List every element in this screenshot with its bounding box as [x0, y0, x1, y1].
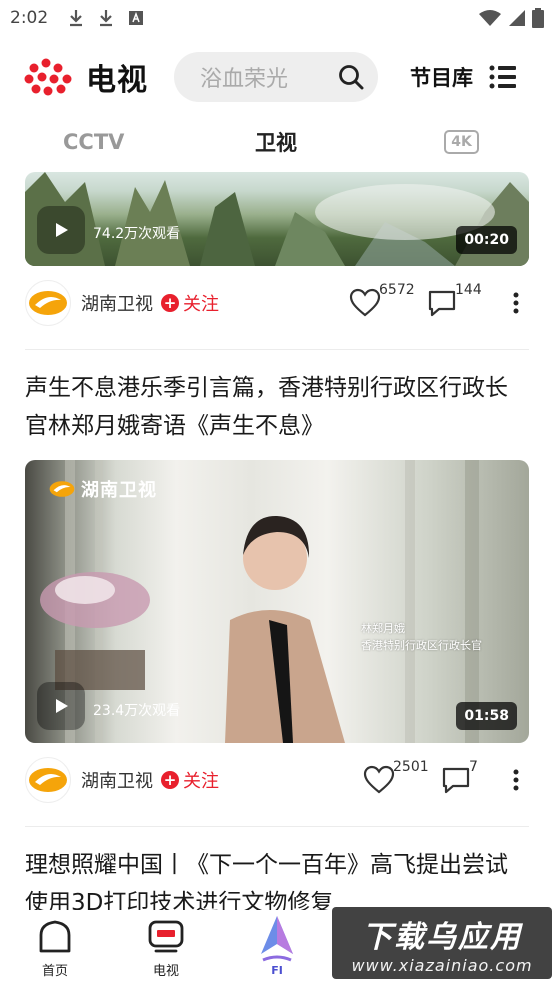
play-button[interactable]: [37, 682, 85, 730]
feed-divider: [25, 349, 529, 350]
tab-cctv[interactable]: CCTV: [63, 130, 124, 154]
plus-icon: +: [161, 294, 179, 312]
notification-icons: [68, 9, 144, 27]
top-header: 电视 浴血荣光 节目库: [0, 48, 554, 106]
view-count: 23.4万次观看: [93, 703, 181, 719]
system-status: [478, 8, 544, 28]
search-icon[interactable]: [338, 64, 364, 90]
hunan-tv-mark: [49, 481, 75, 497]
tab-4k[interactable]: 4K: [444, 130, 479, 154]
plus-icon: +: [161, 771, 179, 789]
video-meta-row: 湖南卫视 + 关注 2501 7: [25, 757, 529, 803]
follow-button[interactable]: + 关注: [161, 290, 219, 316]
video-thumbnail[interactable]: 湖南卫视 林郑月娥 香港特别行政区行政长官 23.4万次观看 01:58: [25, 460, 529, 743]
like-count: 6572: [379, 282, 415, 298]
comment-count: 7: [469, 759, 478, 775]
app-title: 电视: [86, 63, 148, 98]
video-duration: 00:20: [456, 226, 517, 254]
watermark-url: www.xiazainiao.com: [351, 955, 533, 975]
video-title[interactable]: 理想照耀中国丨《下一个一百年》高飞提出尝试使用3D打印技术进行文物修复: [25, 846, 529, 910]
list-menu-icon: [489, 65, 516, 89]
play-icon: [56, 223, 68, 237]
speaker-role: 香港特别行政区行政长官: [361, 639, 482, 652]
app-notification-icon: [129, 11, 144, 25]
follow-button[interactable]: + 关注: [161, 767, 219, 793]
download-icon: [100, 10, 113, 27]
app-screen: 2:02 电视 浴血荣光 节目库 CCTV 卫视 4K 74.2万次观看 00:…: [0, 0, 554, 984]
like-button[interactable]: 2501: [363, 759, 429, 795]
ceremony-logo-icon: FI: [261, 916, 293, 977]
tv-icon: [148, 920, 184, 953]
battery-icon: [532, 8, 544, 28]
nav-label-tv: 电视: [152, 964, 179, 979]
comment-count: 144: [455, 282, 482, 298]
program-library-label: 节目库: [410, 66, 473, 90]
wifi-icon: [479, 10, 501, 26]
hunan-tv-mark: [29, 768, 67, 792]
status-time: 2:02: [10, 8, 49, 28]
nav-home[interactable]: 首页: [15, 920, 95, 979]
channel-name[interactable]: 湖南卫视: [81, 290, 153, 316]
hunan-tv-watermark: 湖南卫视: [49, 476, 157, 502]
play-button[interactable]: [37, 206, 85, 254]
video-meta-row: 湖南卫视 + 关注 6572 144: [25, 280, 529, 326]
comment-icon: [428, 290, 456, 317]
download-icon: [70, 10, 83, 27]
speaker-caption: 林郑月娥 香港特别行政区行政长官: [361, 620, 482, 654]
nav-label-home: 首页: [41, 964, 68, 979]
view-count: 74.2万次观看: [93, 226, 181, 242]
feed-divider: [25, 826, 529, 827]
tab-satellite-tv[interactable]: 卫视: [255, 127, 297, 157]
nav-tv[interactable]: 电视: [126, 920, 206, 979]
program-library-button[interactable]: 节目库: [410, 62, 517, 92]
follow-label: 关注: [183, 771, 219, 792]
heart-icon: [349, 288, 381, 317]
hunan-tv-logo-icon[interactable]: [25, 757, 71, 803]
hunan-tv-mark: [29, 291, 67, 315]
watermark-main: 下载乌应用: [362, 919, 522, 955]
site-watermark: 下载乌应用 www.xiazainiao.com: [332, 907, 552, 979]
heart-icon: [363, 765, 395, 794]
follow-label: 关注: [183, 294, 219, 315]
play-icon: [56, 699, 68, 713]
more-options-icon[interactable]: [513, 769, 519, 791]
channel-tabs: CCTV 卫视 4K: [0, 118, 554, 166]
cctv-logo-icon: [24, 58, 72, 96]
svg-text:FI: FI: [271, 964, 283, 977]
video-duration: 01:58: [456, 702, 517, 730]
channel-name[interactable]: 湖南卫视: [81, 767, 153, 793]
comment-icon: [442, 767, 470, 794]
search-input[interactable]: 浴血荣光: [174, 52, 378, 102]
video-title[interactable]: 声生不息港乐季引言篇，香港特别行政区行政长官林郑月娥寄语《声生不息》: [25, 369, 529, 445]
hunan-tv-logo-icon[interactable]: [25, 280, 71, 326]
search-placeholder: 浴血荣光: [200, 67, 289, 92]
speaker-name: 林郑月娥: [361, 622, 405, 635]
signal-icon: [509, 10, 525, 26]
brand-overlay-text: 湖南卫视: [81, 480, 157, 501]
nav-ceremony[interactable]: FI: [237, 914, 317, 978]
mountain-scenery: [25, 172, 529, 266]
app-logo[interactable]: 电视: [24, 55, 148, 99]
status-bar: 2:02: [0, 0, 554, 36]
more-options-icon[interactable]: [513, 292, 519, 314]
comment-button[interactable]: 7: [441, 759, 478, 795]
video-feed[interactable]: 74.2万次观看 00:20 湖南卫视 + 关注 6572 144 声生不息港乐…: [0, 172, 554, 910]
video-thumbnail[interactable]: 74.2万次观看 00:20: [25, 172, 529, 266]
home-icon: [39, 920, 71, 953]
like-count: 2501: [393, 759, 429, 775]
comment-button[interactable]: 144: [427, 282, 482, 318]
like-button[interactable]: 6572: [349, 282, 415, 318]
